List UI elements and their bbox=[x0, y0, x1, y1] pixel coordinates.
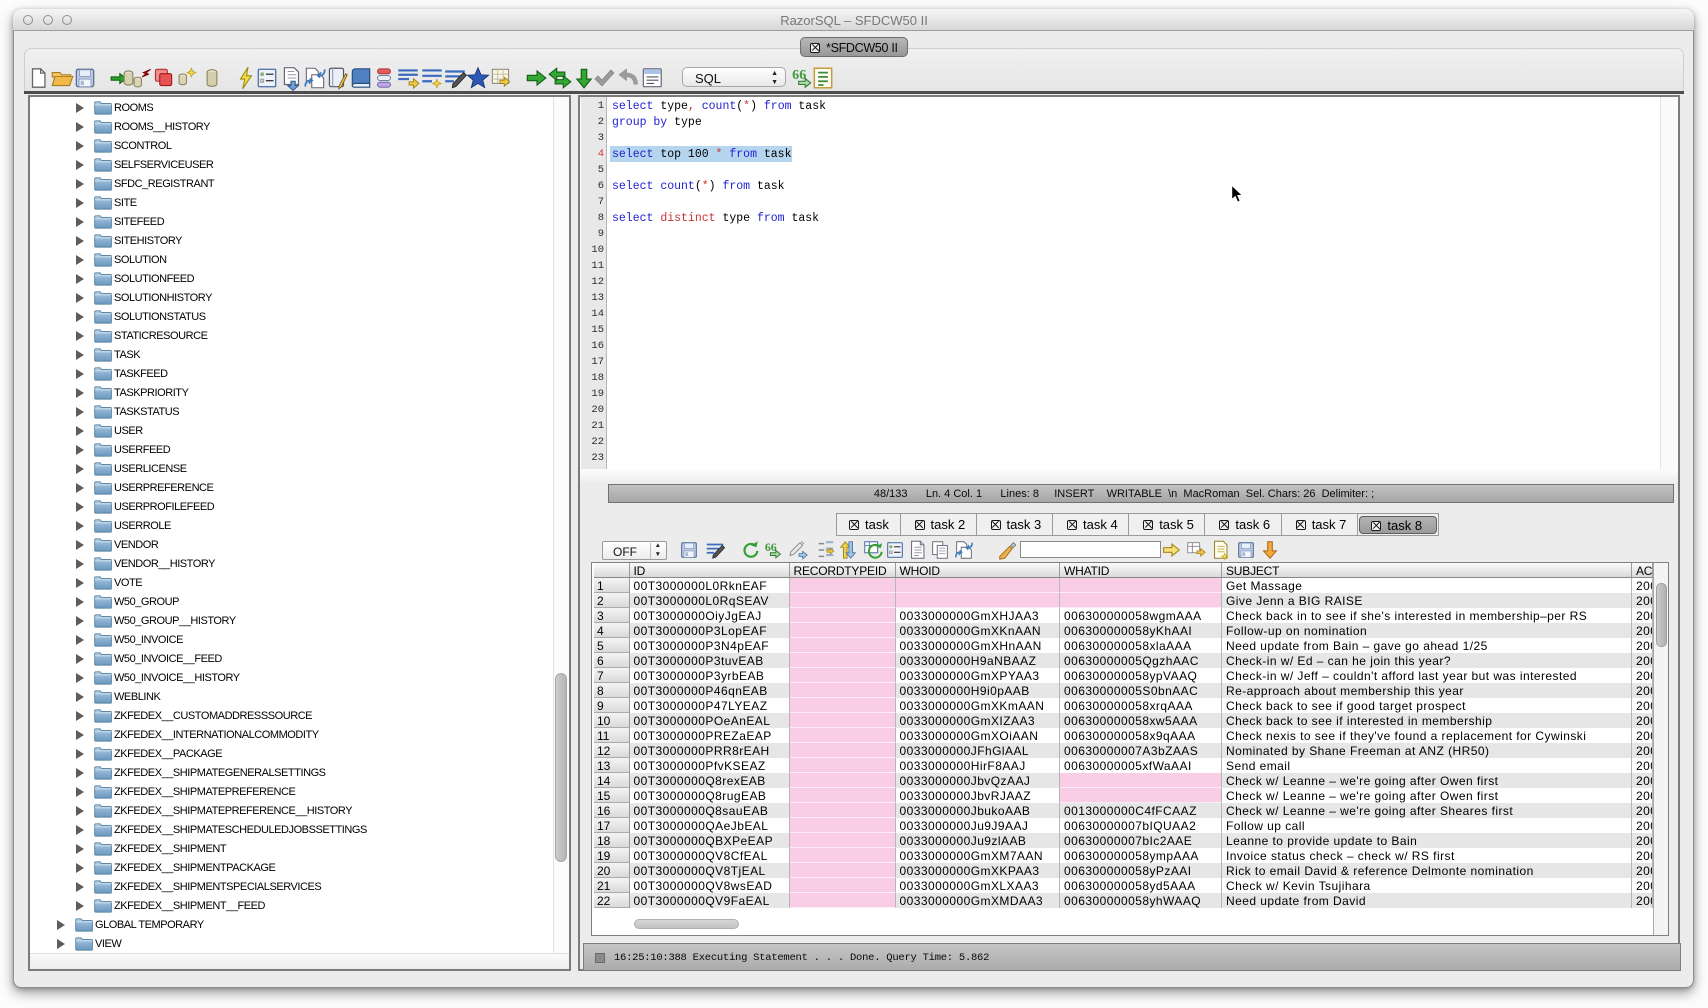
svg-text:66: 66 bbox=[765, 540, 777, 554]
svg-text:66: 66 bbox=[792, 67, 806, 83]
